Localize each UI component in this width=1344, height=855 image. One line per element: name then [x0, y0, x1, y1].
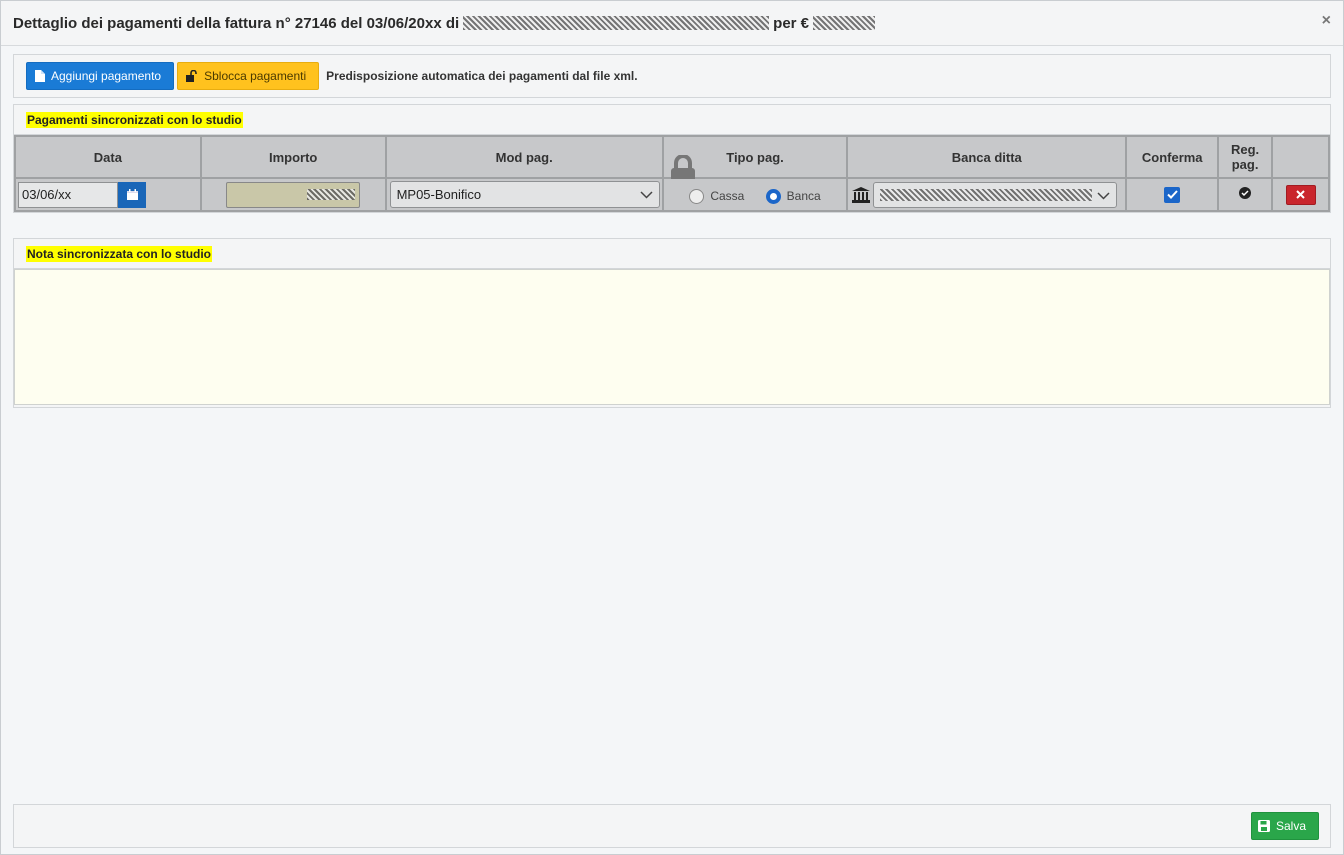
cell-banca-ditta: [846, 177, 1128, 212]
table-header-row: Data Importo Mod pag. Tipo pag. Banca di…: [14, 135, 1330, 184]
delete-payment-button[interactable]: [1285, 184, 1316, 205]
payment-method-select[interactable]: MP05-Bonifico: [389, 181, 660, 208]
date-input[interactable]: 03/06/xx: [18, 181, 118, 208]
unlock-payments-button[interactable]: Sblocca pagamenti: [177, 62, 320, 90]
payments-section-title: Pagamenti sincronizzati con lo studio: [26, 111, 243, 128]
bank-icon: [852, 186, 871, 203]
col-header-data: Data: [14, 135, 202, 179]
modal-title: Dettaglio dei pagamenti della fattura n°…: [13, 15, 879, 32]
payments-panel-header: Pagamenti sincronizzati con lo studio: [14, 105, 1330, 135]
payment-method-value: MP05-Bonifico: [396, 187, 482, 202]
col-header-importo: Importo: [199, 135, 387, 179]
col-header-banca-ditta: Banca ditta: [846, 135, 1128, 179]
note-section-title: Nota sincronizzata con lo studio: [26, 245, 213, 262]
cell-importo: [199, 177, 387, 212]
note-textarea[interactable]: [14, 269, 1330, 405]
modal-header: Dettaglio dei pagamenti della fattura n°…: [1, 1, 1343, 46]
cell-reg-pag: [1217, 177, 1274, 212]
note-panel-header: Nota sincronizzata con lo studio: [14, 239, 1330, 269]
check-icon: [1166, 190, 1178, 199]
check-circle-icon: [1239, 187, 1252, 199]
col-header-conferma: Conferma: [1125, 135, 1220, 179]
col-header-actions: [1271, 135, 1330, 179]
bank-select[interactable]: [873, 181, 1118, 208]
unlock-payments-label: Sblocca pagamenti: [204, 69, 307, 83]
cell-conferma: [1125, 177, 1220, 212]
calendar-button[interactable]: [118, 181, 146, 208]
table-row: 03/06/xx MP05-Bonifico Cassa Banca: [14, 177, 1330, 212]
close-icon[interactable]: ×: [1322, 13, 1331, 29]
redacted-amount: [813, 16, 876, 30]
payment-details-modal: Dettaglio dei pagamenti della fattura n°…: [0, 0, 1344, 855]
redacted-bank-value: [880, 188, 1093, 201]
radio-cassa-label: Cassa: [710, 189, 745, 204]
save-label: Salva: [1275, 819, 1306, 833]
close-icon: [1296, 190, 1305, 199]
col-header-reg-pag: Reg. pag.: [1217, 135, 1274, 179]
title-prefix: Dettaglio dei pagamenti della fattura n°…: [13, 14, 460, 32]
cell-mod-pag: MP05-Bonifico: [384, 177, 664, 212]
chevron-down-icon: [1097, 191, 1110, 200]
add-payment-button[interactable]: Aggiungi pagamento: [26, 62, 175, 90]
amount-input[interactable]: [226, 181, 361, 208]
calendar-icon: [126, 189, 138, 200]
radio-cassa[interactable]: [689, 188, 705, 204]
col-header-tipo-pag: Tipo pag.: [661, 135, 849, 184]
payments-panel: Pagamenti sincronizzati con lo studio Da…: [13, 104, 1331, 213]
cell-data: 03/06/xx: [14, 177, 202, 212]
unlock-icon: [186, 70, 197, 82]
add-payment-label: Aggiungi pagamento: [51, 69, 162, 83]
toolbar: Aggiungi pagamento Sblocca pagamenti Pre…: [13, 54, 1331, 98]
title-per: per €: [773, 14, 810, 32]
redacted-supplier-name: [463, 16, 770, 30]
redacted-amount-value: [307, 189, 356, 200]
xml-info-text: Predisposizione automatica dei pagamenti…: [326, 69, 638, 83]
tipo-pag-header-label: Tipo pag.: [726, 149, 784, 165]
radio-banca[interactable]: [765, 188, 781, 204]
payments-table: Data Importo Mod pag. Tipo pag. Banca di…: [14, 135, 1330, 212]
cell-tipo-pag: Cassa Banca: [661, 177, 849, 212]
save-button[interactable]: Salva: [1250, 812, 1319, 840]
floppy-disk-icon: [1257, 820, 1270, 832]
note-panel: Nota sincronizzata con lo studio: [13, 238, 1331, 408]
file-icon: [35, 70, 45, 82]
radio-banca-label: Banca: [786, 189, 821, 204]
chevron-down-icon: [640, 191, 653, 199]
modal-footer: Salva: [13, 804, 1331, 848]
confirm-checkbox[interactable]: [1164, 186, 1181, 203]
cell-actions: [1271, 177, 1330, 212]
col-header-mod-pag: Mod pag.: [384, 135, 664, 179]
